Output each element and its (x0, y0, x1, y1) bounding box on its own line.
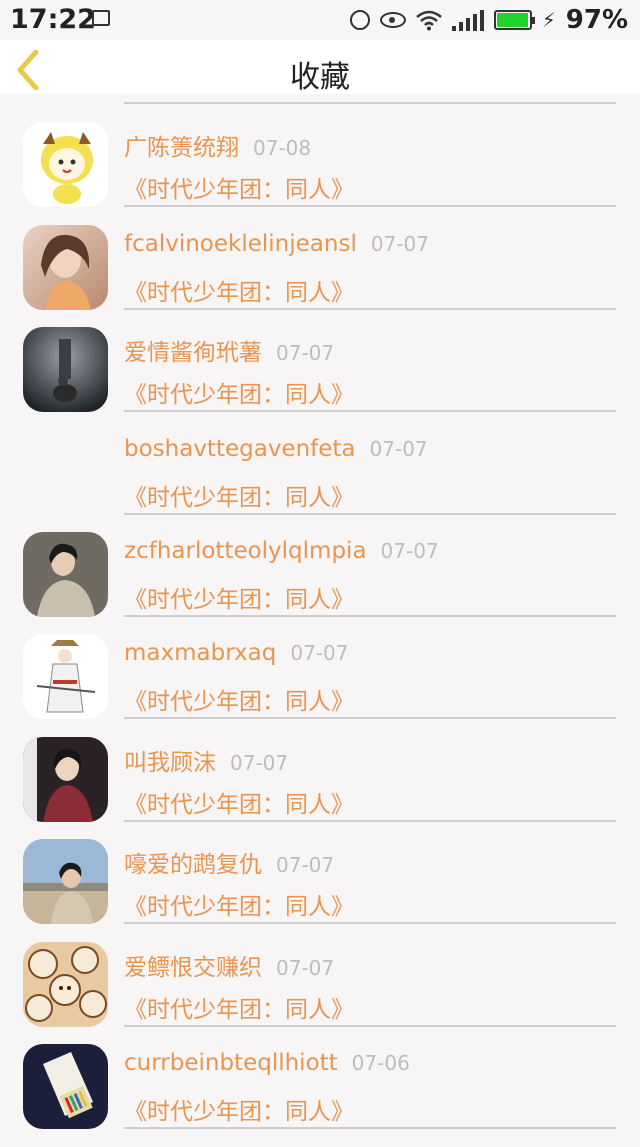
signal-icon (451, 9, 484, 31)
divider (124, 820, 616, 822)
work-title[interactable]: 《时代少年团：同人》 (124, 580, 354, 614)
wifi-icon (415, 10, 442, 31)
page-title: 收藏 (290, 60, 350, 95)
divider (124, 615, 616, 617)
avatar[interactable] (23, 1044, 108, 1129)
avatar-image (23, 122, 108, 207)
avatar[interactable] (23, 532, 108, 617)
divider (124, 717, 616, 719)
avatar[interactable] (23, 634, 108, 719)
user-name[interactable]: 叫我顾沫 07-07 (124, 743, 288, 777)
list-item[interactable]: zcfharlotteolylqlmpia 07-07 《时代少年团：同人》 (0, 532, 640, 635)
date-label: 07-07 (370, 232, 429, 256)
avatar-image (23, 1044, 108, 1129)
user-name-text: maxmabrxaq (124, 640, 277, 666)
user-name[interactable]: 爱鳔恨交赚织 07-07 (124, 948, 334, 982)
avatar-image (23, 225, 108, 310)
status-time: 17:22 (10, 4, 96, 35)
user-name-text: 爱情酱徇玳薯 (124, 340, 262, 366)
user-name[interactable]: 广陈箦统翔 07-08 (124, 128, 311, 162)
avatar-image (23, 839, 108, 924)
charging-icon: ⚡ (541, 8, 556, 32)
divider (124, 308, 616, 310)
work-title[interactable]: 《时代少年团：同人》 (124, 170, 354, 204)
user-name[interactable]: fcalvinoeklelinjeansl 07-07 (124, 231, 429, 257)
work-title[interactable]: 《时代少年团：同人》 (124, 273, 354, 307)
list-item[interactable]: 广陈箦统翔 07-08 《时代少年团：同人》 (0, 122, 640, 225)
work-title[interactable]: 《时代少年团：同人》 (124, 785, 354, 819)
user-name-text: boshavttegavenfeta (124, 436, 356, 462)
battery-fill (496, 13, 528, 27)
avatar-image (23, 634, 108, 719)
date-label: 07-07 (230, 751, 289, 775)
avatar[interactable] (23, 942, 108, 1027)
divider (124, 922, 616, 924)
user-name-text: 爱鳔恨交赚织 (124, 955, 262, 981)
divider (124, 410, 616, 412)
work-title[interactable]: 《时代少年团：同人》 (124, 478, 354, 512)
date-label: 07-07 (276, 853, 335, 877)
battery-icon (493, 10, 535, 30)
date-label: 07-07 (369, 437, 428, 461)
list-item[interactable]: 爱情酱徇玳薯 07-07 《时代少年团：同人》 (0, 327, 640, 430)
battery-percent: 97% (565, 5, 628, 35)
work-title[interactable]: 《时代少年团：同人》 (124, 1092, 354, 1126)
user-name[interactable]: 爱情酱徇玳薯 07-07 (124, 333, 334, 367)
date-label: 07-07 (276, 956, 335, 980)
list-item[interactable]: currbeinbteqllhiott 07-06 《时代少年团：同人》 (0, 1044, 640, 1147)
status-icons: ⚡ 97% (349, 4, 628, 36)
work-title[interactable]: 《时代少年团：同人》 (124, 375, 354, 409)
gallery-icon (92, 10, 110, 26)
list-item[interactable]: boshavttegavenfeta 07-07 《时代少年团：同人》 (0, 430, 640, 533)
user-name-text: fcalvinoeklelinjeansl (124, 231, 357, 257)
avatar[interactable] (23, 225, 108, 310)
user-name-text: 叫我顾沫 (124, 750, 216, 776)
user-name[interactable]: 嚎爱的鹉复仇 07-07 (124, 845, 334, 879)
date-label: 07-07 (276, 341, 335, 365)
avatar-image (23, 532, 108, 617)
user-name[interactable]: zcfharlotteolylqlmpia 07-07 (124, 538, 439, 564)
avatar[interactable] (23, 737, 108, 822)
user-name-text: 嚎爱的鹉复仇 (124, 852, 262, 878)
list-item[interactable]: 爱鳔恨交赚织 07-07 《时代少年团：同人》 (0, 942, 640, 1045)
list-item[interactable]: 嚎爱的鹉复仇 07-07 《时代少年团：同人》 (0, 839, 640, 942)
list-item[interactable]: fcalvinoeklelinjeansl 07-07 《时代少年团：同人》 (0, 225, 640, 328)
nav-header: 收藏 (0, 40, 640, 95)
date-label: 07-08 (253, 136, 312, 160)
alarm-icon (349, 10, 370, 30)
divider (124, 513, 616, 515)
divider (124, 1127, 616, 1129)
date-label: 07-07 (290, 641, 349, 665)
user-name-text: 广陈箦统翔 (124, 135, 239, 161)
work-title[interactable]: 《时代少年团：同人》 (124, 990, 354, 1024)
work-title[interactable]: 《时代少年团：同人》 (124, 682, 354, 716)
status-bar: 17:22 ⚡ 97% (0, 0, 640, 40)
user-name-text: zcfharlotteolylqlmpia (124, 538, 367, 564)
user-name[interactable]: boshavttegavenfeta 07-07 (124, 436, 428, 462)
avatar-image (23, 327, 108, 412)
user-name[interactable]: currbeinbteqllhiott 07-06 (124, 1050, 410, 1076)
user-name-text: currbeinbteqllhiott (124, 1050, 338, 1076)
avatar[interactable] (23, 122, 108, 207)
user-name[interactable]: maxmabrxaq 07-07 (124, 640, 348, 666)
list-item[interactable]: maxmabrxaq 07-07 《时代少年团：同人》 (0, 634, 640, 737)
eye-icon (379, 12, 406, 28)
avatar[interactable] (23, 327, 108, 412)
avatar-image (23, 737, 108, 822)
avatar-image (23, 942, 108, 1027)
divider (124, 205, 616, 207)
date-label: 07-06 (351, 1051, 410, 1075)
avatar[interactable] (23, 839, 108, 924)
divider (124, 102, 616, 104)
list-item[interactable]: 叫我顾沫 07-07 《时代少年团：同人》 (0, 737, 640, 840)
divider (124, 1025, 616, 1027)
work-title[interactable]: 《时代少年团：同人》 (124, 887, 354, 921)
date-label: 07-07 (380, 539, 439, 563)
